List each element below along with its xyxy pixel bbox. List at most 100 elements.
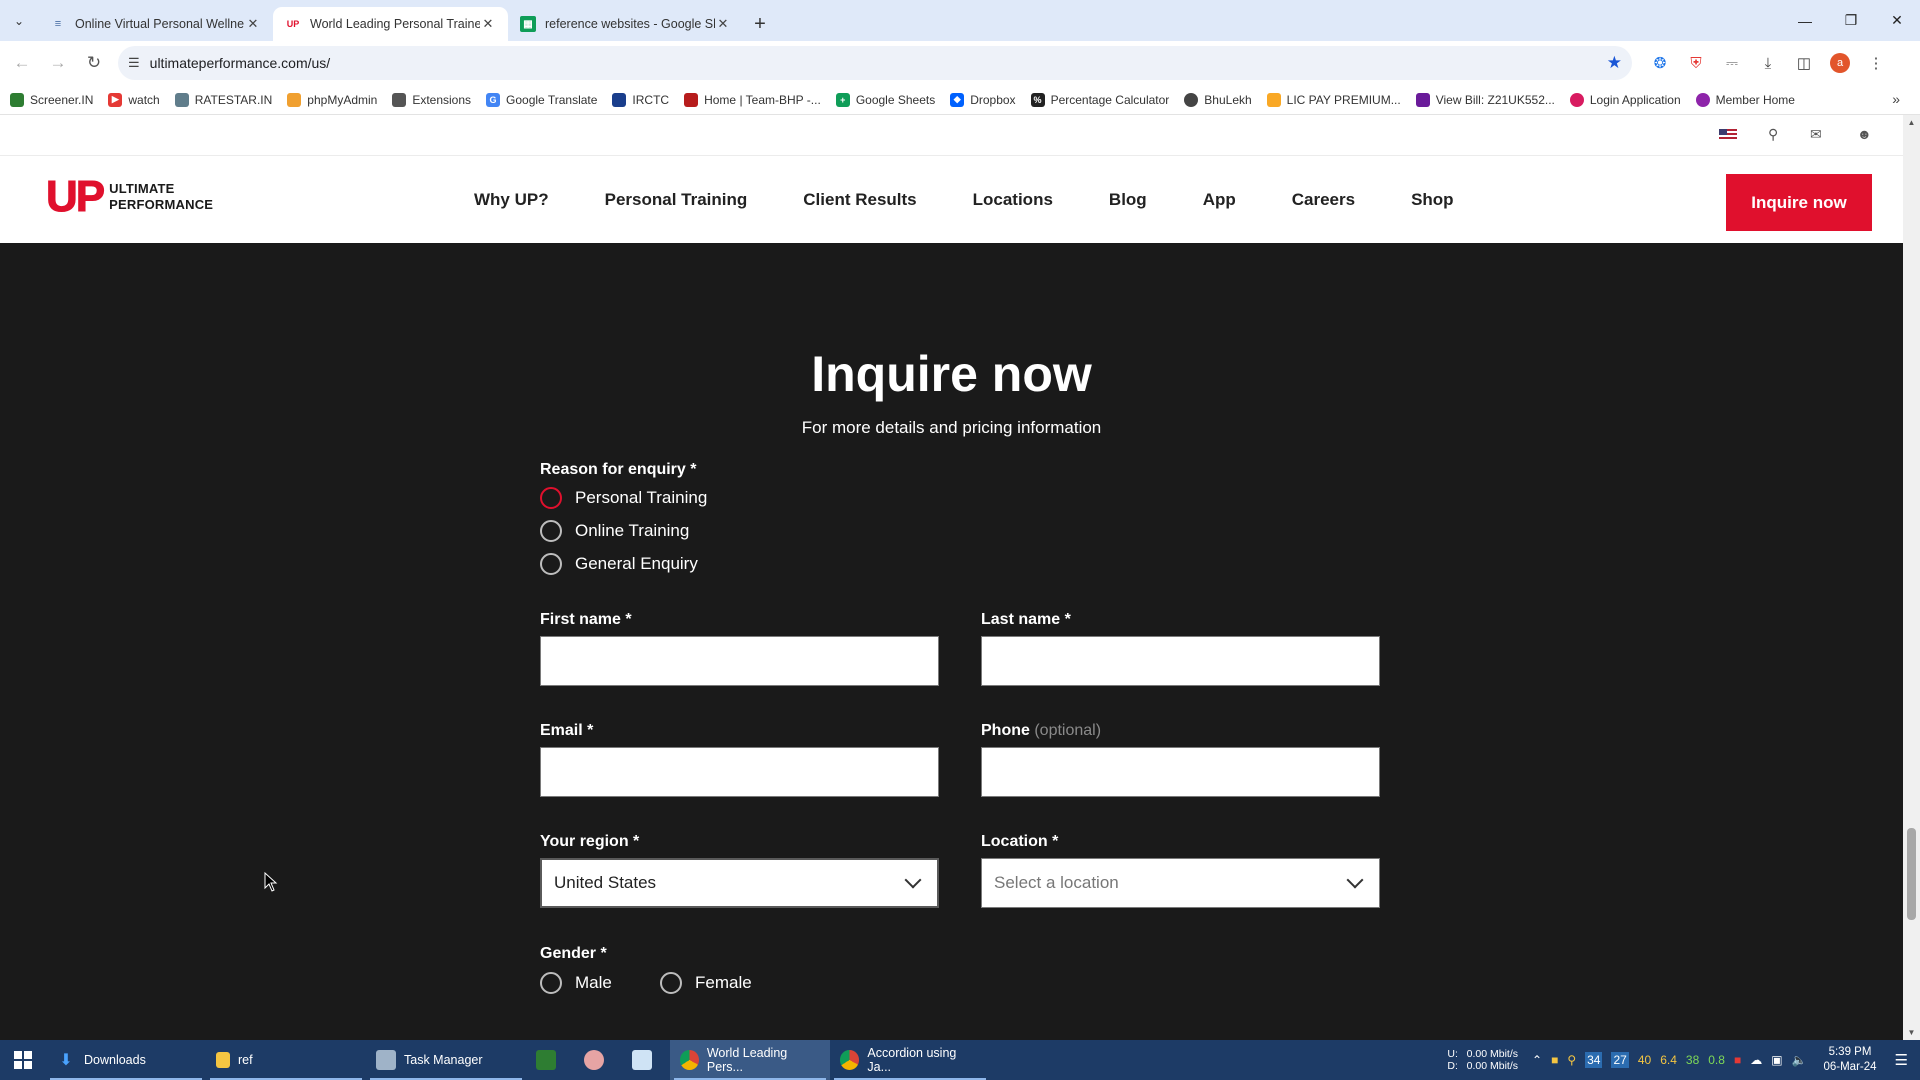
profile-avatar[interactable]: a	[1822, 45, 1858, 81]
phone-field[interactable]	[981, 747, 1380, 797]
new-tab-icon[interactable]: +	[743, 7, 777, 41]
search-tray-icon[interactable]: ⚲	[1567, 1053, 1576, 1067]
first-name-field[interactable]	[540, 636, 939, 686]
nav-client-results[interactable]: Client Results	[803, 190, 916, 210]
login-icon	[1569, 92, 1584, 107]
bookmark-item[interactable]: Screener.IN	[10, 92, 93, 107]
bookmark-item[interactable]: Home | Team-BHP -...	[684, 92, 821, 107]
address-bar[interactable]: ☰ ultimateperformance.com/us/ ★	[118, 46, 1632, 80]
us-flag-icon[interactable]	[1719, 129, 1737, 141]
bookmark-item[interactable]: G Google Translate	[486, 92, 597, 107]
taskbar-chrome[interactable]: Accordion using Ja...	[830, 1040, 990, 1080]
nav-app[interactable]: App	[1203, 190, 1236, 210]
bookmark-item[interactable]: RATESTAR.IN	[174, 92, 272, 107]
close-window-icon[interactable]: ✕	[1874, 0, 1920, 41]
last-name-field[interactable]	[981, 636, 1380, 686]
clock[interactable]: 5:39 PM 06-Mar-24	[1823, 1045, 1876, 1075]
url-text[interactable]: ultimateperformance.com/us/	[150, 55, 1607, 71]
radio-unchecked-icon[interactable]	[540, 520, 562, 542]
bookmark-item[interactable]: Member Home	[1695, 92, 1795, 107]
region-select[interactable]: United States	[540, 858, 939, 908]
restore-icon[interactable]: ❐	[1828, 0, 1874, 41]
browser-toolbar: ← → ↻ ☰ ultimateperformance.com/us/ ★ ❂ …	[0, 41, 1920, 85]
extensions-puzzle-icon[interactable]: ⎓	[1714, 45, 1750, 81]
site-logo[interactable]: UP ULTIMATE PERFORMANCE	[45, 174, 213, 219]
bookmark-item[interactable]: View Bill: Z21UK552...	[1415, 92, 1555, 107]
taskbar-app[interactable]	[574, 1040, 622, 1080]
cloud-icon[interactable]: ☁	[1750, 1053, 1762, 1067]
radio-unchecked-icon[interactable]	[540, 553, 562, 575]
radio-general-enquiry[interactable]: General Enquiry	[540, 553, 698, 575]
bookmark-item[interactable]: ▶ watch	[108, 92, 160, 107]
nav-locations[interactable]: Locations	[973, 190, 1053, 210]
chevron-up-icon[interactable]: ⌃	[1532, 1053, 1542, 1067]
close-tab-icon[interactable]: ✕	[715, 16, 731, 32]
bookmark-item[interactable]: ◆ Dropbox	[950, 92, 1016, 107]
scroll-down-icon[interactable]: ▼	[1903, 1028, 1920, 1037]
back-icon[interactable]: ←	[4, 45, 40, 81]
nav-why-up[interactable]: Why UP?	[474, 190, 549, 210]
mail-icon[interactable]: ✉	[1810, 126, 1822, 143]
bookmark-star-icon[interactable]: ★	[1607, 53, 1622, 73]
scrollbar-thumb[interactable]	[1907, 828, 1916, 920]
nav-shop[interactable]: Shop	[1411, 190, 1454, 210]
more-bookmarks-icon[interactable]: »	[1892, 91, 1900, 107]
taskbar-chrome-active[interactable]: World Leading Pers...	[670, 1040, 830, 1080]
bookmark-item[interactable]: Login Application	[1569, 92, 1681, 107]
bookmark-item[interactable]: BhuLekh	[1184, 92, 1252, 107]
radio-online-training[interactable]: Online Training	[540, 520, 689, 542]
search-icon[interactable]: ⚲	[1768, 126, 1778, 143]
app-tray-icon[interactable]: ■	[1734, 1053, 1741, 1067]
close-tab-icon[interactable]: ✕	[245, 16, 261, 32]
radio-checked-icon[interactable]	[540, 487, 562, 509]
radio-female[interactable]: Female	[660, 972, 752, 994]
bookmark-item[interactable]: + Google Sheets	[835, 92, 935, 107]
chevron-down-icon	[1346, 871, 1364, 889]
bookmark-item[interactable]: % Percentage Calculator	[1030, 92, 1169, 107]
tab-search-chevron-icon[interactable]: ⌄	[0, 0, 38, 41]
email-field[interactable]	[540, 747, 939, 797]
extension-icon[interactable]: ❂	[1642, 45, 1678, 81]
network-icon[interactable]: ▣	[1771, 1053, 1782, 1067]
folder-tray-icon[interactable]: ■	[1551, 1053, 1558, 1067]
user-icon[interactable]: ☻	[1857, 126, 1872, 142]
radio-unchecked-icon[interactable]	[540, 972, 562, 994]
bookmark-item[interactable]: Extensions	[392, 92, 471, 107]
taskbar-task-manager[interactable]: Task Manager	[366, 1040, 526, 1080]
download-icon[interactable]: ⤓	[1750, 45, 1786, 81]
nav-personal-training[interactable]: Personal Training	[605, 190, 748, 210]
taskbar-ref[interactable]: ref	[206, 1040, 366, 1080]
windows-start-icon[interactable]	[0, 1040, 46, 1080]
minimize-icon[interactable]: —	[1782, 0, 1828, 41]
menu-kebab-icon[interactable]: ⋮	[1858, 45, 1894, 81]
bookmark-label: BhuLekh	[1204, 92, 1252, 107]
web-page: ⚲ ✉ ☻ UP ULTIMATE PERFORMANCE Why UP? Pe…	[0, 115, 1903, 1040]
browser-tab-active[interactable]: UP World Leading Personal Trainer ✕	[273, 7, 508, 41]
side-panel-icon[interactable]: ◫	[1786, 45, 1822, 81]
bookmark-label: Dropbox	[970, 92, 1016, 107]
radio-male[interactable]: Male	[540, 972, 612, 994]
nav-blog[interactable]: Blog	[1109, 190, 1147, 210]
bookmark-item[interactable]: LIC PAY PREMIUM...	[1266, 92, 1401, 107]
volume-icon[interactable]: 🔈	[1792, 1053, 1807, 1067]
forward-icon[interactable]: →	[40, 45, 76, 81]
page-scrollbar[interactable]: ▲ ▼	[1903, 115, 1920, 1040]
scroll-up-icon[interactable]: ▲	[1903, 118, 1920, 127]
close-tab-icon[interactable]: ✕	[480, 16, 496, 32]
nav-careers[interactable]: Careers	[1292, 190, 1355, 210]
bookmark-item[interactable]: phpMyAdmin	[287, 92, 377, 107]
site-info-icon[interactable]: ☰	[128, 55, 140, 71]
radio-unchecked-icon[interactable]	[660, 972, 682, 994]
browser-tab[interactable]: ▦ reference websites - Google Sh ✕	[508, 7, 743, 41]
radio-personal-training[interactable]: Personal Training	[540, 487, 707, 509]
taskbar-sheet-app[interactable]	[526, 1040, 574, 1080]
location-select[interactable]: Select a location	[981, 858, 1380, 908]
inquire-now-button[interactable]: Inquire now	[1726, 174, 1872, 231]
taskbar-downloads[interactable]: ⬇ Downloads	[46, 1040, 206, 1080]
notifications-icon[interactable]: ☰	[1895, 1051, 1908, 1069]
reload-icon[interactable]: ↻	[76, 45, 112, 81]
browser-tab[interactable]: ≡ Online Virtual Personal Wellne ✕	[38, 7, 273, 41]
shield-icon[interactable]: ⛨	[1678, 45, 1714, 81]
taskbar-notepad[interactable]	[622, 1040, 670, 1080]
bookmark-item[interactable]: IRCTC	[612, 92, 669, 107]
